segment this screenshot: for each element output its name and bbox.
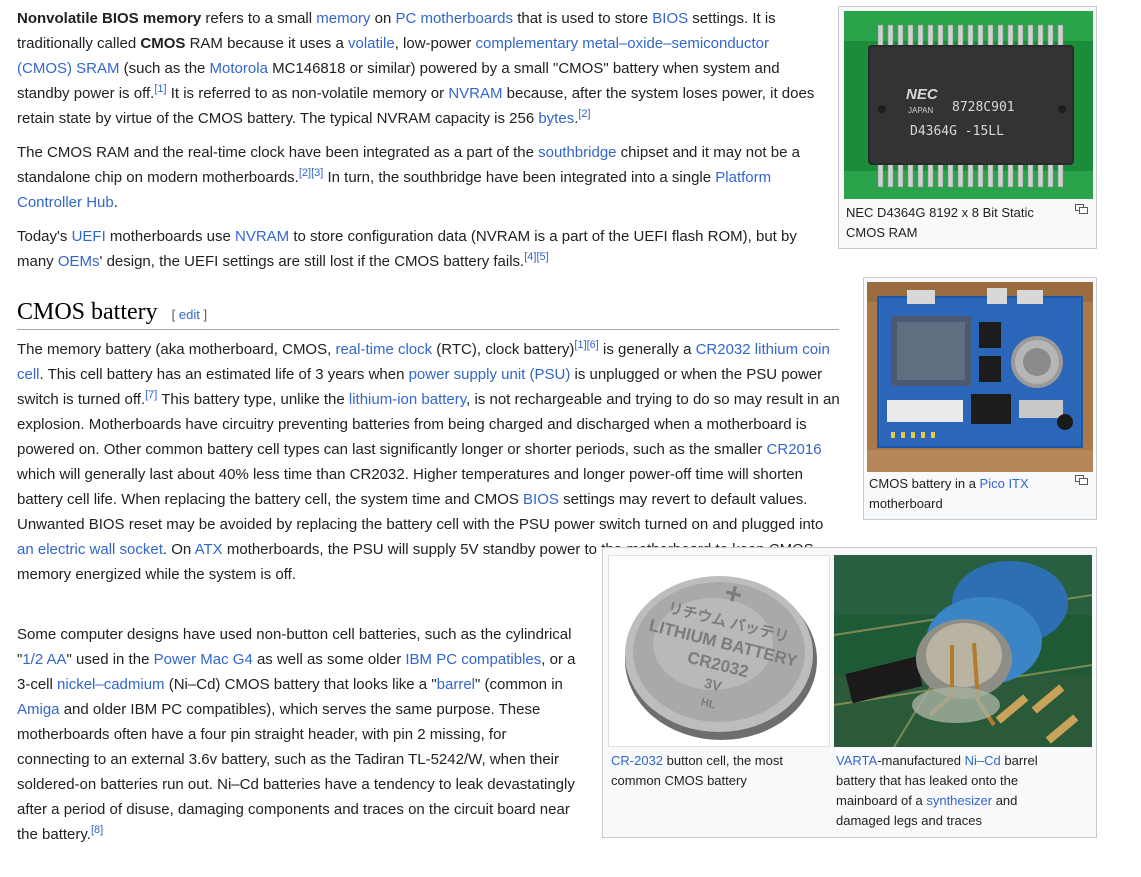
citation-link[interactable]: [7] bbox=[145, 389, 157, 401]
inline-link[interactable]: nickel–cadmium bbox=[57, 676, 165, 693]
text-run: RAM because it uses a bbox=[185, 35, 348, 52]
text-run: -manufactured bbox=[877, 753, 965, 768]
text-run: is generally a bbox=[598, 341, 696, 358]
enlarge-icon[interactable] bbox=[1075, 204, 1088, 214]
inline-link[interactable]: ATX bbox=[195, 541, 223, 558]
text-run: refers to a small bbox=[201, 10, 317, 27]
inline-link[interactable]: Pico ITX bbox=[980, 476, 1029, 491]
text-run: CMOS battery in a bbox=[869, 476, 980, 491]
text-run: . bbox=[113, 194, 118, 211]
text-run: on bbox=[370, 10, 396, 27]
text-run: (RTC), clock battery) bbox=[432, 341, 575, 358]
edit-section: [ edit ] bbox=[171, 307, 208, 322]
inline-link[interactable]: CR2016 bbox=[767, 441, 822, 458]
text-run: and older IBM PC compatibles), which ser… bbox=[17, 701, 575, 843]
figure-caption: CMOS battery in a Pico ITX motherboard bbox=[869, 474, 1069, 514]
cr2032-image[interactable]: + リチウム バッテリ LITHIUM BATTERY CR2032 3V HL bbox=[608, 555, 830, 747]
text-run: This battery type, unlike the bbox=[157, 391, 349, 408]
inline-link[interactable]: bytes bbox=[538, 110, 574, 127]
figure-caption-cr2032: CR-2032 button cell, the most common CMO… bbox=[611, 751, 823, 791]
text-run: . This cell battery has an estimated lif… bbox=[39, 366, 409, 383]
text-run: The memory battery (aka motherboard, CMO… bbox=[17, 341, 336, 358]
text-run: . On bbox=[162, 541, 195, 558]
citation-link[interactable]: [2] bbox=[299, 167, 311, 179]
figure-nec-ram: NEC JAPAN 8728C901 D4364G -15LL NEC D436… bbox=[838, 6, 1097, 249]
inline-link[interactable]: BIOS bbox=[652, 10, 688, 27]
citation-link[interactable]: [1] bbox=[154, 83, 166, 95]
intro-paragraph-1: Nonvolatile BIOS memory refers to a smal… bbox=[17, 6, 817, 131]
battery-paragraph-2: Some computer designs have used non-butt… bbox=[17, 622, 582, 847]
text-run: (such as the bbox=[119, 60, 210, 77]
inline-link[interactable]: BIOS bbox=[523, 491, 559, 508]
inline-link[interactable]: NVRAM bbox=[235, 228, 289, 245]
inline-link[interactable]: real-time clock bbox=[335, 341, 432, 358]
text-run: (Ni–Cd) CMOS battery that looks like a " bbox=[164, 676, 437, 693]
inline-link[interactable]: 1/2 AA bbox=[22, 651, 66, 668]
nec-chip-image[interactable]: NEC JAPAN 8728C901 D4364G -15LL bbox=[844, 11, 1093, 199]
figure-caption-varta: VARTA-manufactured Ni–Cd barrel battery … bbox=[836, 751, 1058, 831]
text-run: In turn, the southbridge have been integ… bbox=[323, 169, 716, 186]
text-run: ' design, the UEFI settings are still lo… bbox=[99, 253, 525, 270]
citation-link[interactable]: [2] bbox=[578, 108, 590, 120]
inline-link[interactable]: an electric wall socket bbox=[17, 541, 163, 558]
text-run: The CMOS RAM and the real-time clock hav… bbox=[17, 144, 539, 161]
inline-link[interactable]: OEMs bbox=[58, 253, 100, 270]
citation-link[interactable]: [3] bbox=[311, 167, 323, 179]
inline-link[interactable]: VARTA bbox=[836, 753, 877, 768]
enlarge-icon[interactable] bbox=[1075, 475, 1088, 485]
text-run: It is referred to as non-volatile memory… bbox=[166, 85, 449, 102]
inline-link[interactable]: IBM PC compatibles bbox=[405, 651, 541, 668]
section-heading-cmos-battery: CMOS battery [ edit ] bbox=[17, 296, 839, 330]
text-run: Today's bbox=[17, 228, 72, 245]
inline-link[interactable]: Power Mac G4 bbox=[154, 651, 253, 668]
svg-text:D4364G -15LL: D4364G -15LL bbox=[910, 124, 1004, 139]
citation-link[interactable]: [5] bbox=[536, 251, 548, 263]
text-run: , low-power bbox=[394, 35, 476, 52]
inline-link[interactable]: southbridge bbox=[538, 144, 616, 161]
inline-link[interactable]: volatile bbox=[348, 35, 395, 52]
inline-link[interactable]: memory bbox=[316, 10, 370, 27]
citation-link[interactable]: [4] bbox=[524, 251, 536, 263]
text-run: as well as some older bbox=[252, 651, 406, 668]
section-title: CMOS battery bbox=[17, 299, 158, 325]
intro-paragraph-2: The CMOS RAM and the real-time clock hav… bbox=[17, 140, 817, 215]
intro-paragraph-3: Today's UEFI motherboards use NVRAM to s… bbox=[17, 224, 817, 274]
svg-text:JAPAN: JAPAN bbox=[908, 106, 933, 115]
citation-link[interactable]: [1] bbox=[574, 339, 586, 351]
bold-term: Nonvolatile BIOS memory bbox=[17, 10, 202, 27]
inline-link[interactable]: lithium-ion battery bbox=[349, 391, 466, 408]
inline-link[interactable]: Ni–Cd bbox=[965, 753, 1001, 768]
inline-link[interactable]: barrel bbox=[437, 676, 475, 693]
pico-itx-image[interactable] bbox=[867, 282, 1093, 472]
bold-term: CMOS bbox=[140, 35, 186, 52]
inline-link[interactable]: synthesizer bbox=[926, 793, 992, 808]
figure-pico-itx: CMOS battery in a Pico ITX motherboard bbox=[863, 277, 1097, 520]
svg-text:8728C901: 8728C901 bbox=[952, 100, 1015, 115]
inline-link[interactable]: NVRAM bbox=[448, 85, 502, 102]
figure-caption: NEC D4364G 8192 x 8 Bit Static CMOS RAM bbox=[846, 203, 1068, 243]
inline-link[interactable]: CR-2032 bbox=[611, 753, 663, 768]
figure-batteries: + リチウム バッテリ LITHIUM BATTERY CR2032 3V HL… bbox=[602, 547, 1097, 838]
varta-barrel-image[interactable] bbox=[834, 555, 1092, 747]
inline-link[interactable]: PC motherboards bbox=[395, 10, 513, 27]
citation-link[interactable]: [8] bbox=[91, 824, 103, 836]
inline-link[interactable]: power supply unit (PSU) bbox=[409, 366, 571, 383]
text-run: " (common in bbox=[475, 676, 563, 693]
text-run: NEC D4364G 8192 x 8 Bit Static CMOS RAM bbox=[846, 205, 1034, 240]
inline-link[interactable]: Motorola bbox=[210, 60, 268, 77]
inline-link[interactable]: Amiga bbox=[17, 701, 60, 718]
edit-link[interactable]: edit bbox=[179, 307, 200, 322]
text-run: that is used to store bbox=[513, 10, 653, 27]
citation-link[interactable]: [6] bbox=[587, 339, 599, 351]
text-run: motherboards use bbox=[105, 228, 235, 245]
chip-brand: NEC bbox=[906, 86, 939, 103]
text-run: " used in the bbox=[66, 651, 154, 668]
inline-link[interactable]: UEFI bbox=[72, 228, 106, 245]
text-run: motherboard bbox=[869, 496, 943, 511]
